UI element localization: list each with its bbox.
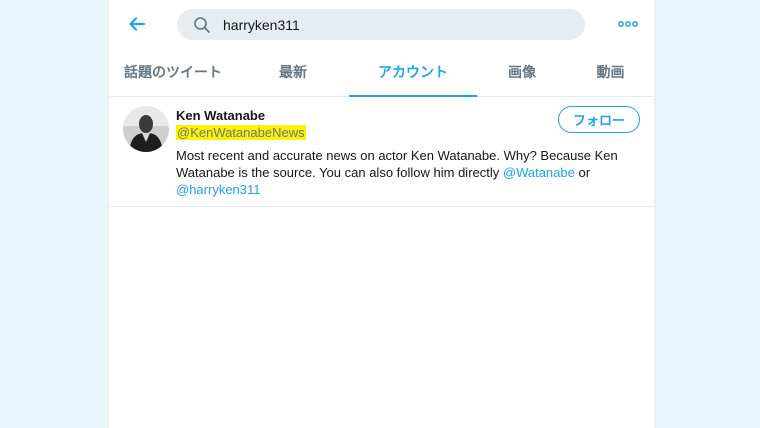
account-row[interactable]: Ken Watanabe @KenWatanabeNews フォロー Most … xyxy=(109,97,654,207)
search-results-panel: 話題のツイート 最新 アカウント 画像 動画 Ken Watanabe @Ken… xyxy=(108,0,655,428)
tab-latest[interactable]: 最新 xyxy=(237,48,349,96)
back-button[interactable] xyxy=(123,10,151,38)
more-button[interactable] xyxy=(616,14,640,34)
account-name[interactable]: Ken Watanabe xyxy=(176,108,265,123)
tab-top[interactable]: 話題のツイート xyxy=(109,48,237,96)
top-bar xyxy=(109,0,654,48)
search-icon xyxy=(193,16,211,34)
search-input[interactable] xyxy=(223,16,563,33)
search-tabs: 話題のツイート 最新 アカウント 画像 動画 xyxy=(109,48,654,97)
tab-accounts[interactable]: アカウント xyxy=(349,48,477,97)
bio-link-watanabe[interactable]: @Watanabe xyxy=(503,165,575,180)
bio-link-harryken311[interactable]: @harryken311 xyxy=(176,182,261,197)
follow-button[interactable]: フォロー xyxy=(558,106,640,133)
more-horizontal-icon xyxy=(618,21,638,27)
bio-conjunction: or xyxy=(578,165,591,180)
search-box[interactable] xyxy=(177,9,585,40)
avatar[interactable] xyxy=(123,106,169,152)
tab-photos[interactable]: 画像 xyxy=(477,48,567,96)
account-handle[interactable]: @KenWatanabeNews xyxy=(176,125,306,140)
account-bio: Most recent and accurate news on actor K… xyxy=(176,147,646,198)
tab-videos[interactable]: 動画 xyxy=(567,48,654,96)
arrow-left-icon xyxy=(129,17,146,31)
